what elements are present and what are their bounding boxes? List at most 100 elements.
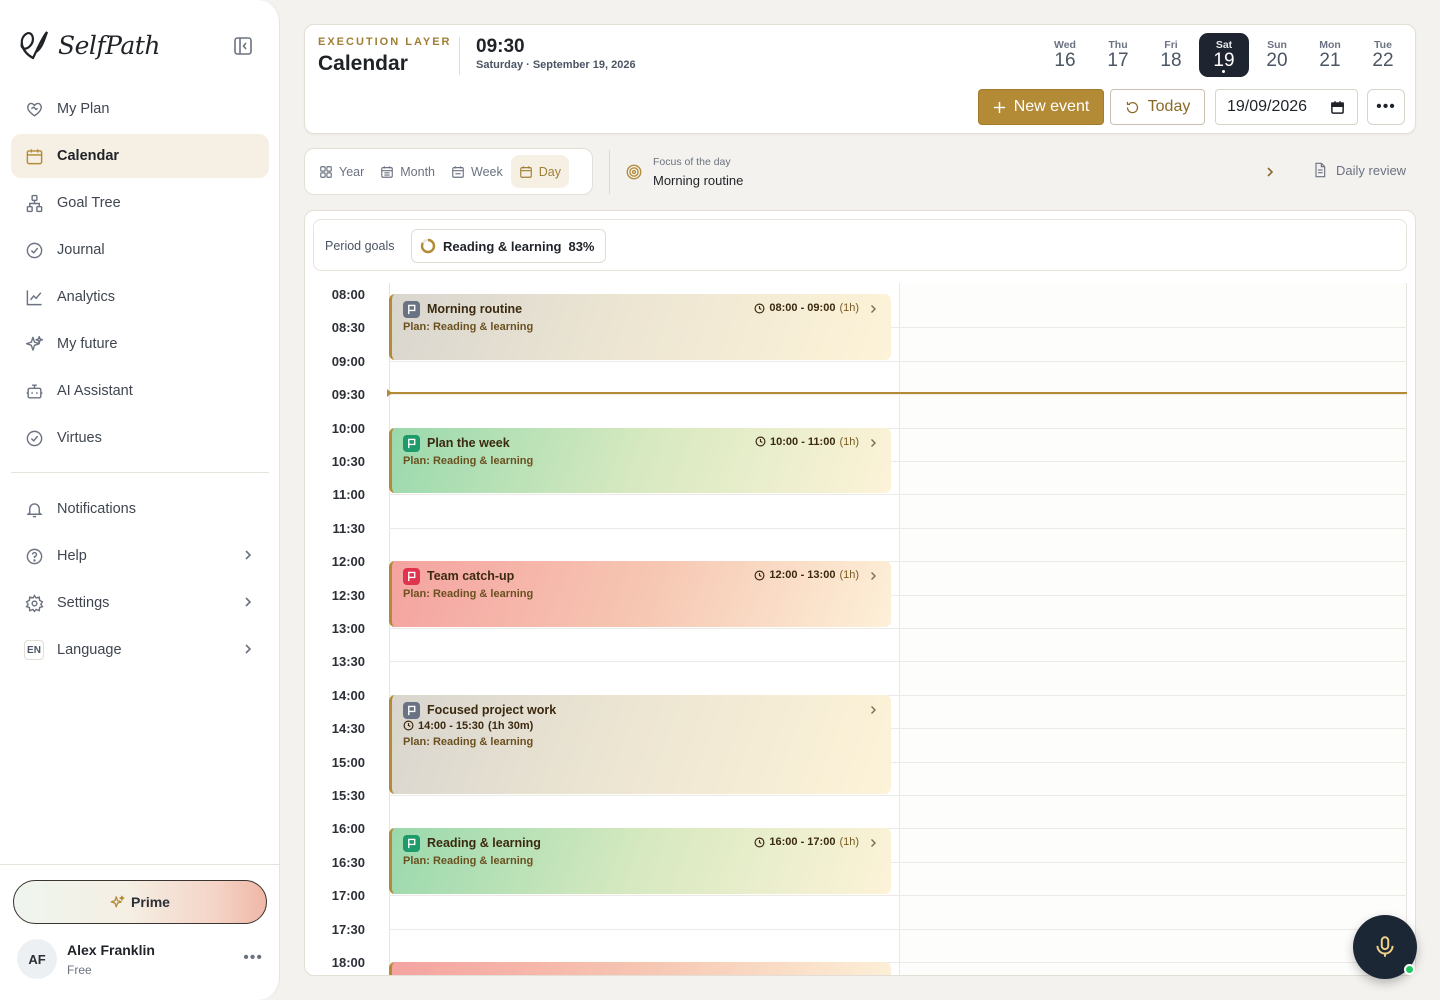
time-label: 10:00 (331, 420, 365, 436)
event-card[interactable]: Morning routine 08:00 - 09:00 (1h) Plan: Re… (389, 294, 891, 360)
event-title: Reading & learning (427, 836, 541, 851)
view-switcher: Year Month Week Day (304, 148, 593, 195)
time-label: 15:00 (331, 754, 365, 770)
flag-icon (403, 568, 420, 586)
more-icon[interactable]: ••• (243, 949, 263, 967)
day-fri[interactable]: Fri 18 (1146, 33, 1196, 77)
sidebar-divider (11, 472, 269, 473)
today-button[interactable]: Today (1110, 89, 1205, 125)
microphone-icon (1376, 936, 1394, 957)
sidebar-item-settings[interactable]: Settings (11, 581, 269, 625)
hour-gridline (389, 895, 1407, 897)
sidebar-item-analytics[interactable]: Analytics (11, 275, 269, 319)
goal-name: Reading & learning (443, 238, 562, 254)
sidebar-item-calendar[interactable]: Calendar (11, 134, 269, 178)
chevron-right-icon[interactable] (867, 303, 879, 315)
current-time: 09:30 (476, 36, 525, 57)
event-card[interactable]: Team catch-up 12:00 - 13:00 (1h) Plan: Read… (389, 561, 891, 627)
chevron-right-icon[interactable] (867, 837, 879, 849)
help-circle-icon (24, 546, 44, 566)
view-month-tab[interactable]: Month (372, 155, 443, 188)
user-plan: Free (67, 963, 92, 977)
day-number: 22 (1372, 50, 1394, 71)
sidebar-item-help[interactable]: Help (11, 534, 269, 578)
target-icon (625, 163, 643, 181)
language-badge: EN (24, 640, 44, 660)
event-plan: Plan: Reading & learning (403, 321, 534, 333)
sidebar-item-ai-assistant[interactable]: AI Assistant (11, 369, 269, 413)
sidebar-footer: Prime AF Alex Franklin Free ••• (0, 864, 279, 979)
event-title: Morning routine (427, 302, 523, 316)
day-thu[interactable]: Thu 17 (1093, 33, 1143, 77)
event-plan: Plan: Reading & learning (403, 588, 534, 601)
sidebar-item-label: Virtues (57, 430, 102, 446)
event-title: Plan the week (427, 435, 510, 450)
time-label: 16:00 (331, 821, 365, 837)
calendar-icon[interactable] (1330, 100, 1345, 115)
day-sat-selected[interactable]: Sat 19 (1199, 33, 1249, 77)
header-divider (459, 37, 460, 75)
view-day-tab[interactable]: Day (510, 155, 569, 188)
event-time-range: 14:00 - 15:30 (418, 719, 485, 732)
prime-button[interactable]: Prime (13, 880, 267, 924)
day-mon[interactable]: Mon 21 (1305, 33, 1355, 77)
chevron-right-icon[interactable] (867, 570, 879, 582)
sidebar-item-journal[interactable]: Journal (11, 228, 269, 272)
event-time: 12:00 - 13:00 (1h) (754, 569, 859, 581)
day-tue[interactable]: Tue 22 (1358, 33, 1408, 77)
sidebar-item-language[interactable]: EN Language (11, 628, 269, 672)
event-card[interactable]: Focused project work 14:00 - 15:30 (1h 30m… (389, 694, 891, 794)
logo[interactable]: SelfPath (16, 28, 160, 62)
time-label: 15:30 (331, 788, 365, 803)
focus-of-the-day[interactable]: Focus of the day Morning routine (625, 150, 1280, 194)
day-wed[interactable]: Wed 16 (1040, 33, 1090, 77)
view-label: Year (339, 164, 365, 179)
day-sun[interactable]: Sun 20 (1252, 33, 1302, 77)
page-title: Calendar (318, 52, 408, 75)
more-options-button[interactable]: ••• (1367, 89, 1405, 125)
event-plan: Plan: Reading & learning (403, 855, 534, 868)
chevron-right-icon[interactable] (867, 704, 879, 716)
new-event-button[interactable]: New event (978, 89, 1104, 125)
goal-chip[interactable]: Reading & learning 83% (411, 229, 606, 263)
sidebar-item-virtues[interactable]: Virtues (11, 416, 269, 460)
event-card[interactable]: Reading & learning 16:00 - 17:00 (1h) Plan:… (389, 828, 891, 895)
document-icon (1315, 162, 1326, 178)
online-status-dot (1404, 964, 1415, 975)
date-picker-input[interactable]: 19/09/2026 (1215, 89, 1358, 125)
focus-label: Focus of the day (653, 156, 731, 168)
time-label: 18:00 (331, 955, 365, 970)
badge-check-icon (24, 428, 44, 448)
flag-icon (403, 835, 420, 853)
period-goals-label: Period goals (325, 239, 395, 253)
flag-icon (403, 701, 420, 719)
sidebar-item-label: Language (57, 642, 122, 658)
view-label: Day (538, 164, 561, 179)
event-card[interactable]: Plan the week 10:00 - 11:00 (1h) Plan: Read… (389, 427, 891, 494)
view-week-tab[interactable]: Week (443, 155, 511, 188)
collapse-sidebar-icon[interactable] (232, 35, 254, 57)
daily-review-button[interactable]: Daily review (1312, 162, 1406, 178)
sidebar-item-my-future[interactable]: My future (11, 322, 269, 366)
day-number: 21 (1319, 50, 1341, 71)
time-label: 11:30 (332, 520, 365, 536)
sidebar-item-goal-tree[interactable]: Goal Tree (11, 181, 269, 225)
main-nav: My Plan Calendar Goal Tree Journal Analy… (11, 87, 269, 675)
user-profile[interactable]: AF Alex Franklin Free ••• (17, 939, 267, 981)
sidebar-item-notifications[interactable]: Notifications (11, 487, 269, 531)
sidebar-item-label: AI Assistant (57, 383, 133, 399)
refresh-icon (1126, 101, 1138, 113)
calendar-header: EXECUTION LAYER Calendar 09:30 Saturday … (304, 24, 1416, 134)
avatar: AF (17, 939, 57, 979)
event-duration: (1h) (839, 302, 859, 314)
clock-icon (403, 720, 414, 731)
sidebar-item-my-plan[interactable]: My Plan (11, 87, 269, 131)
view-year-tab[interactable]: Year (311, 155, 372, 188)
daily-review-label: Daily review (1336, 162, 1407, 178)
event-duration: (1h) (839, 836, 859, 849)
date-value: 19/09/2026 (1227, 98, 1308, 115)
sidebar-item-label: Notifications (57, 501, 136, 517)
chevron-right-icon[interactable] (867, 437, 879, 449)
event-card[interactable] (389, 962, 891, 975)
line-chart-icon (24, 287, 44, 307)
